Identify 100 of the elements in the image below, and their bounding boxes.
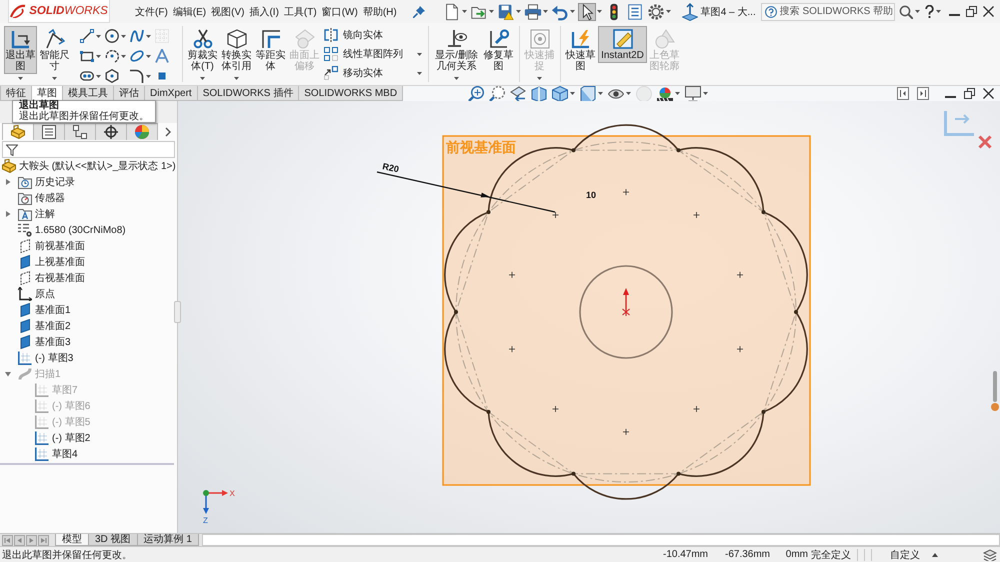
rectangle-icon[interactable] xyxy=(80,49,94,63)
menu-item[interactable]: 帮助(H) xyxy=(360,4,399,18)
clock-folder-icon[interactable] xyxy=(18,175,32,189)
polygon-icon[interactable] xyxy=(105,69,119,83)
monitor-icon[interactable] xyxy=(685,86,702,102)
menu-item[interactable]: 插入(I) xyxy=(247,4,281,18)
help-icon[interactable] xyxy=(924,5,934,18)
circle-icon[interactable] xyxy=(105,29,119,43)
tree-item[interactable]: 历史记录 xyxy=(16,175,75,189)
caret-icon[interactable] xyxy=(96,34,101,38)
configuration-tab[interactable] xyxy=(64,123,96,140)
instant2d-button[interactable]: Instant2D xyxy=(598,26,647,63)
restore-icon[interactable] xyxy=(964,88,975,99)
slot-icon[interactable] xyxy=(80,69,94,83)
plane-icon[interactable] xyxy=(18,319,32,333)
dimxpert-tab[interactable] xyxy=(95,123,127,140)
plane-icon[interactable] xyxy=(18,239,32,253)
tree-item[interactable]: 右视基准面 xyxy=(16,271,85,285)
mirror-icon[interactable] xyxy=(324,28,338,42)
caret-icon[interactable] xyxy=(703,92,708,95)
property-tab[interactable] xyxy=(33,123,65,140)
command-tab[interactable]: 特征 xyxy=(0,86,32,101)
repair-sketch-button[interactable]: 修复草图 xyxy=(482,26,515,74)
plane-icon[interactable] xyxy=(18,303,32,317)
save-icon[interactable] xyxy=(496,2,515,20)
stack-icon[interactable] xyxy=(983,548,997,560)
annotation-folder-icon[interactable] xyxy=(18,207,32,221)
caret-icon[interactable] xyxy=(666,10,671,13)
caret-icon[interactable] xyxy=(146,34,151,38)
properties-icon[interactable] xyxy=(626,2,644,20)
feature-tree-tab[interactable] xyxy=(2,123,34,140)
fillet-icon[interactable] xyxy=(130,69,144,83)
material-icon[interactable] xyxy=(18,223,32,237)
restore-icon[interactable] xyxy=(966,6,977,17)
tree-item[interactable]: 基准面1 xyxy=(16,303,71,317)
section-view-icon[interactable] xyxy=(531,86,548,102)
pattern-icon[interactable] xyxy=(324,47,338,61)
offset-entities-button[interactable]: 等距实体 xyxy=(254,26,287,74)
caret-icon[interactable] xyxy=(596,10,602,13)
arc-icon[interactable] xyxy=(105,49,119,63)
caret-icon[interactable] xyxy=(914,10,920,13)
command-tab[interactable]: SOLIDWORKS MBD xyxy=(298,86,404,101)
dimension-icon[interactable] xyxy=(44,29,64,49)
search-field[interactable]: 搜索 SOLIDWORKS 帮助 xyxy=(760,2,895,20)
trim-entities-button[interactable]: 剪裁实体(T) xyxy=(186,26,219,74)
caret-icon[interactable] xyxy=(96,54,101,58)
caret-icon[interactable] xyxy=(121,34,126,38)
display-style-icon[interactable] xyxy=(580,86,596,102)
plane-icon[interactable] xyxy=(18,255,32,269)
move-entities-button[interactable]: 移动实体 xyxy=(324,66,422,80)
pin-icon[interactable] xyxy=(412,6,425,18)
plane-icon[interactable] xyxy=(18,335,32,349)
caret-icon[interactable] xyxy=(52,77,57,80)
caret-icon[interactable] xyxy=(146,54,151,58)
plane-icon[interactable] xyxy=(18,271,32,285)
caret-icon[interactable] xyxy=(570,10,575,13)
lightning-icon[interactable] xyxy=(570,29,590,49)
ellipse-icon[interactable] xyxy=(130,49,144,63)
command-tab[interactable]: 草图 xyxy=(31,86,63,101)
ruler-icon[interactable] xyxy=(612,29,632,49)
tree-item[interactable]: 基准面3 xyxy=(16,335,71,349)
tree-item[interactable]: 注解 xyxy=(16,207,55,221)
tile-left-icon[interactable] xyxy=(897,87,909,100)
caret-icon[interactable] xyxy=(417,72,422,74)
previous-view-icon[interactable] xyxy=(510,86,526,102)
tree-item[interactable]: 传感器 xyxy=(16,191,65,205)
caret-icon[interactable] xyxy=(234,77,239,80)
offset-icon[interactable] xyxy=(260,29,280,49)
caret-icon[interactable] xyxy=(598,92,604,95)
pointer-icon[interactable] xyxy=(578,2,596,20)
command-tab[interactable]: DimXpert xyxy=(144,86,198,101)
view-tab[interactable]: 3D 视图 xyxy=(88,534,138,546)
line-icon[interactable] xyxy=(80,29,94,43)
text-tool-icon[interactable] xyxy=(155,49,169,63)
tree-item[interactable]: 1.6580 (30CrNiMo8) xyxy=(16,223,126,237)
caret-icon[interactable] xyxy=(200,77,205,80)
printer-icon[interactable] xyxy=(524,2,542,20)
menu-item[interactable]: 文件(F) xyxy=(133,4,170,18)
origin-axes-icon[interactable] xyxy=(18,287,32,301)
caret-icon[interactable] xyxy=(516,10,521,13)
search-icon[interactable] xyxy=(898,4,913,18)
filter-field[interactable] xyxy=(2,141,175,158)
menu-item[interactable]: 窗口(W) xyxy=(320,4,360,18)
minimize-icon[interactable] xyxy=(948,14,960,16)
tree-item[interactable]: 大鞍头 (默认<<默认>_显示状态 1>) xyxy=(0,159,176,173)
undo-icon[interactable] xyxy=(550,2,569,20)
part-icon[interactable] xyxy=(2,159,16,173)
move-icon[interactable] xyxy=(324,66,338,80)
caret-icon[interactable] xyxy=(488,10,494,13)
caret-icon[interactable] xyxy=(626,92,632,95)
tree-item[interactable]: 前视基准面 xyxy=(16,239,85,253)
mirror-entities-button[interactable]: 镜向实体 xyxy=(324,28,422,42)
caret-icon[interactable] xyxy=(542,10,548,13)
gauge-folder-icon[interactable] xyxy=(18,191,32,205)
caret-icon[interactable] xyxy=(18,77,23,80)
cube-icon[interactable] xyxy=(226,29,246,49)
relations-icon[interactable] xyxy=(446,29,466,49)
caret-icon[interactable] xyxy=(121,54,126,58)
view-cube-icon[interactable] xyxy=(552,86,568,102)
caret-icon[interactable] xyxy=(417,52,422,56)
